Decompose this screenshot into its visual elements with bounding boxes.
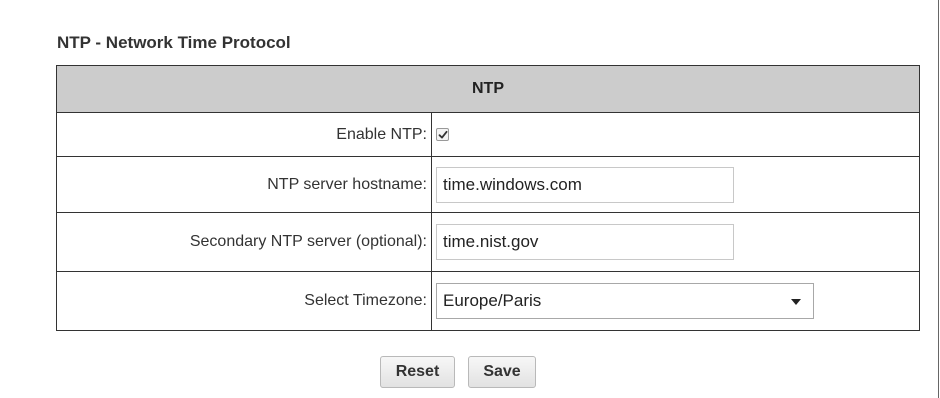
ntp-settings-table: NTP Enable NTP: NTP server hostname: Sec… — [56, 65, 920, 331]
ntp-hostname-cell — [431, 156, 920, 213]
table-row: Select Timezone: Europe/Paris — [56, 271, 920, 331]
secondary-ntp-label: Secondary NTP server (optional): — [56, 212, 432, 272]
timezone-selected-value: Europe/Paris — [443, 291, 542, 310]
save-button[interactable]: Save — [468, 356, 536, 388]
enable-ntp-label: Enable NTP: — [56, 112, 432, 157]
timezone-label: Select Timezone: — [56, 271, 432, 331]
timezone-cell: Europe/Paris — [431, 271, 920, 331]
enable-ntp-checkbox[interactable] — [436, 127, 449, 141]
form-actions: Reset Save — [380, 356, 536, 388]
table-row: Enable NTP: — [56, 112, 920, 157]
checkmark-icon — [438, 130, 448, 139]
table-row: Secondary NTP server (optional): — [56, 212, 920, 272]
table-row: NTP server hostname: — [56, 156, 920, 213]
timezone-select[interactable]: Europe/Paris — [436, 283, 814, 319]
reset-button[interactable]: Reset — [380, 356, 455, 388]
ntp-hostname-label: NTP server hostname: — [56, 156, 432, 213]
enable-ntp-cell — [431, 112, 920, 157]
secondary-ntp-input[interactable] — [436, 224, 734, 260]
secondary-ntp-cell — [431, 212, 920, 272]
table-header: NTP — [56, 65, 920, 113]
ntp-hostname-input[interactable] — [436, 166, 734, 203]
page-title: NTP - Network Time Protocol — [57, 33, 291, 52]
chevron-down-icon — [791, 299, 801, 305]
